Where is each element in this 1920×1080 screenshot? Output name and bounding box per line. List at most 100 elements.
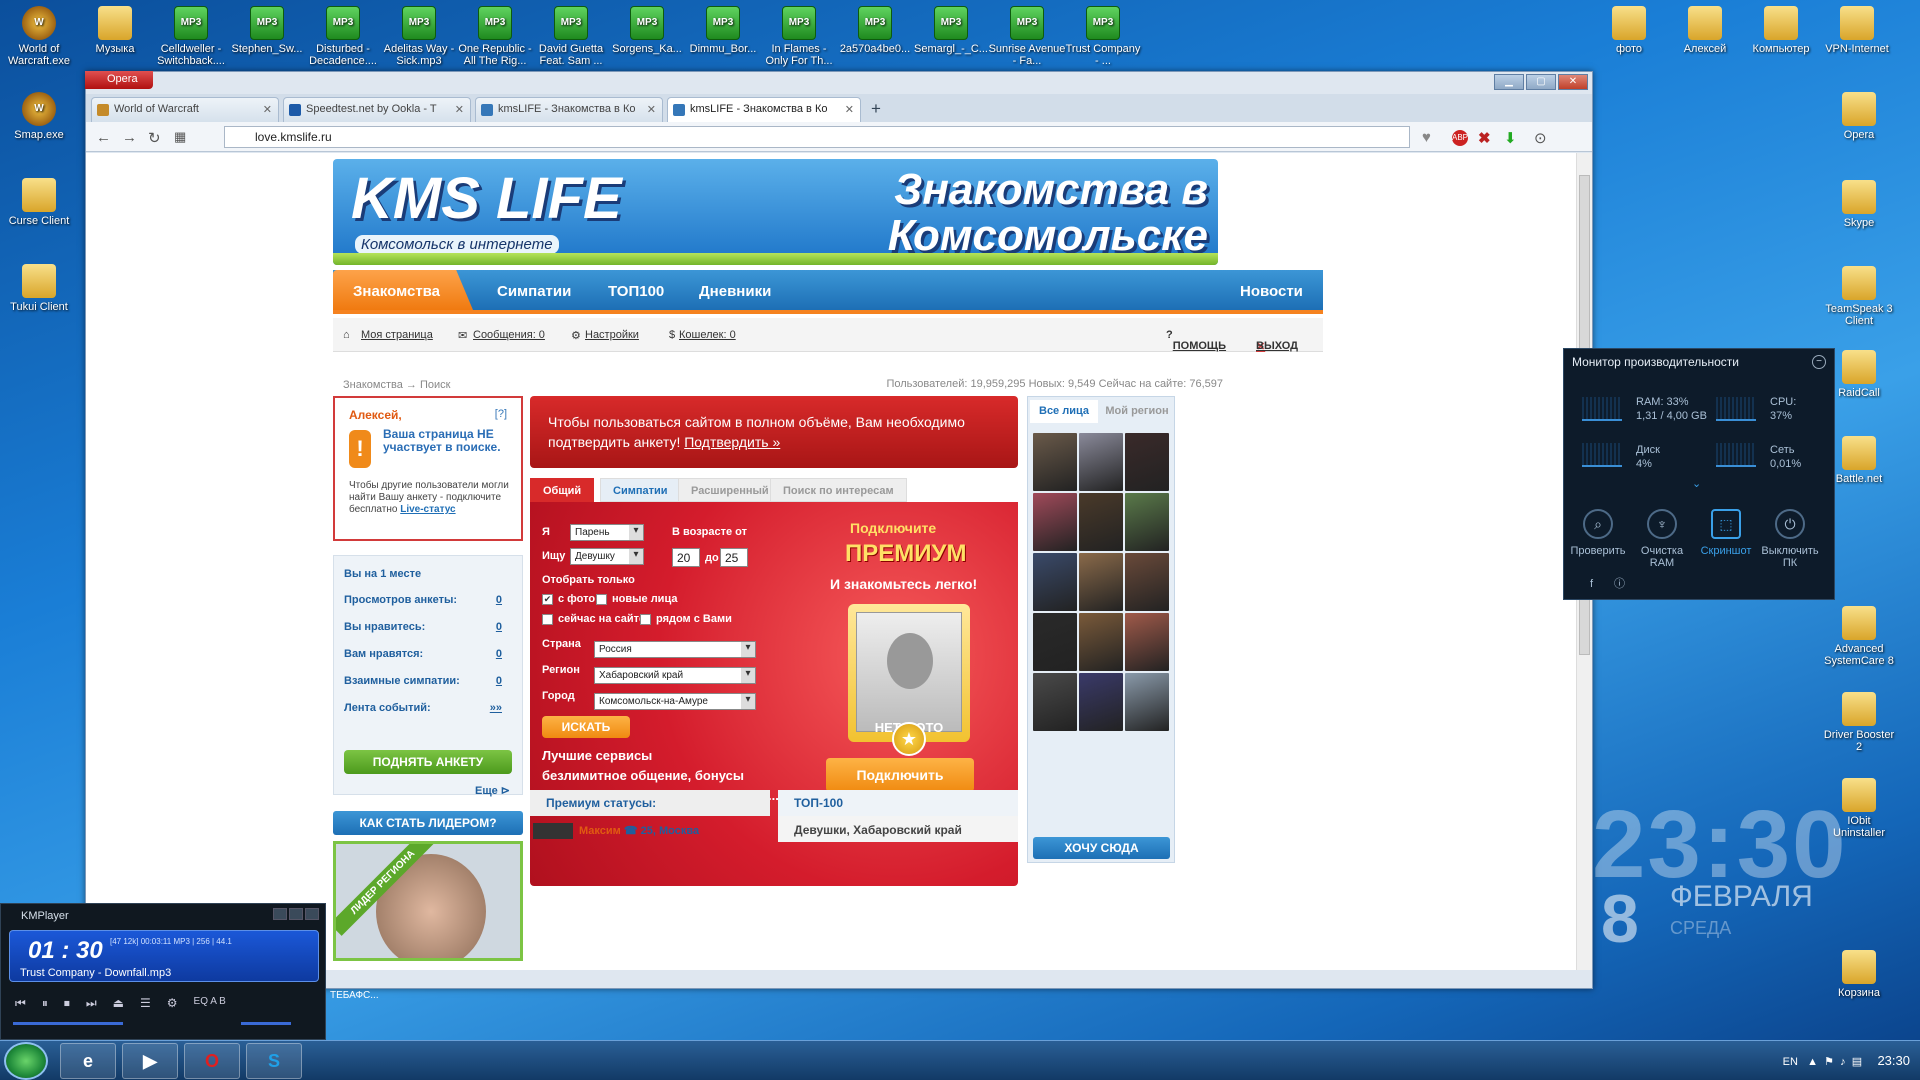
seek-bar[interactable]: [13, 1022, 123, 1025]
desktop-icon-8[interactable]: MP3 Sorgens_Ka...: [608, 6, 686, 55]
settings-link[interactable]: Настройки: [585, 329, 639, 341]
adblock-icon[interactable]: ABP: [1452, 130, 1468, 146]
close-tab-icon[interactable]: ✕: [647, 103, 656, 116]
help-icon[interactable]: [?]: [495, 408, 507, 420]
opera-menu-button[interactable]: Opera: [85, 71, 153, 89]
face-thumbnail[interactable]: [1079, 613, 1123, 671]
online-checkbox[interactable]: [542, 614, 553, 625]
face-thumbnail[interactable]: [1033, 493, 1077, 551]
close-tab-icon[interactable]: ✕: [455, 103, 464, 116]
likes-row[interactable]: Вам нравятся: 0: [344, 648, 514, 660]
close-tab-icon[interactable]: ✕: [845, 103, 854, 116]
sync-icon[interactable]: ⊙: [1534, 129, 1547, 147]
close-button[interactable]: ✕: [1558, 74, 1588, 90]
desktop-icon-righttop-2[interactable]: Компьютер: [1742, 6, 1820, 55]
desktop-icon-righttop-1[interactable]: Алексей: [1666, 6, 1744, 55]
desktop-icon-2[interactable]: MP3 Celldweller - Switchback....: [152, 6, 230, 67]
tab-extended[interactable]: Расширенный: [678, 478, 782, 502]
seek-select[interactable]: Девушку: [570, 548, 644, 565]
face-thumbnail[interactable]: [1033, 613, 1077, 671]
site-banner[interactable]: KMS LIFE Комсомольск в интернете Знакомс…: [333, 159, 1218, 265]
tab-kmslife-2[interactable]: kmsLIFE - Знакомства в Ко ✕: [667, 97, 861, 122]
desktop-icon-righttop-0[interactable]: фото: [1590, 6, 1668, 55]
menu-item-dating[interactable]: Знакомства: [353, 283, 440, 300]
kmp-close-button[interactable]: [305, 908, 319, 920]
live-status-link[interactable]: Live-статус: [400, 504, 455, 515]
desktop-icon-9[interactable]: MP3 Dimmu_Bor...: [684, 6, 762, 55]
prev-icon[interactable]: ⏮: [15, 996, 26, 1011]
face-thumbnail[interactable]: [1033, 433, 1077, 491]
face-thumbnail[interactable]: [1125, 493, 1169, 551]
want-here-button[interactable]: ХОЧУ СЮДА: [1033, 837, 1170, 859]
desktop-icon-right-1[interactable]: Skype: [1820, 180, 1898, 229]
photo-checkbox[interactable]: ✔: [542, 594, 553, 605]
volume-icon[interactable]: ♪: [1840, 1056, 1846, 1068]
tab-sympathy[interactable]: Симпатии: [600, 478, 681, 502]
gender-select[interactable]: Парень: [570, 524, 644, 541]
tray-up-icon[interactable]: ▲: [1807, 1056, 1818, 1068]
forward-icon[interactable]: →: [122, 129, 137, 146]
playlist-icon[interactable]: ☰: [140, 996, 151, 1011]
face-thumbnail[interactable]: [1033, 673, 1077, 731]
feed-row[interactable]: Лента событий:»»: [344, 702, 514, 714]
desktop-icon-13[interactable]: MP3 Sunrise Avenue - Fa...: [988, 6, 1066, 67]
eject-icon[interactable]: ⏏: [113, 996, 124, 1011]
raise-profile-button[interactable]: ПОДНЯТЬ АНКЕТУ: [344, 750, 512, 774]
tab-wow[interactable]: World of Warcraft ✕: [91, 97, 279, 122]
age-to-input[interactable]: 25: [720, 548, 748, 567]
taskbar-kmplayer-icon[interactable]: ▶: [122, 1043, 178, 1079]
taskbar-ie-icon[interactable]: e: [60, 1043, 116, 1079]
city-select[interactable]: Комсомольск-на-Амуре: [594, 693, 756, 710]
maximize-button[interactable]: ▢: [1526, 74, 1556, 90]
age-from-input[interactable]: 20: [672, 548, 700, 567]
menu-item-diaries[interactable]: Дневники: [699, 283, 771, 300]
become-leader-button[interactable]: КАК СТАТЬ ЛИДЕРОМ?: [333, 811, 523, 835]
stop-icon[interactable]: ⏹: [64, 996, 70, 1011]
desktop-icon-1[interactable]: Музыка: [76, 6, 154, 55]
clean-ram-button[interactable]: ♆ Очистка RAM: [1632, 509, 1692, 569]
desktop-icon-right-6[interactable]: Driver Booster 2: [1820, 692, 1898, 753]
face-thumbnail[interactable]: [1079, 673, 1123, 731]
close-tab-icon[interactable]: ✕: [263, 103, 272, 116]
face-thumbnail[interactable]: [1125, 673, 1169, 731]
face-thumbnail[interactable]: [1033, 553, 1077, 611]
flag-icon[interactable]: ⚑: [1824, 1056, 1834, 1068]
reload-icon[interactable]: ↻: [148, 129, 161, 147]
kmp-max-button[interactable]: [289, 908, 303, 920]
desktop-icon-4[interactable]: MP3 Disturbed - Decadence....: [304, 6, 382, 67]
kmp-min-button[interactable]: [273, 908, 287, 920]
info-icon[interactable]: ⓘ: [1614, 577, 1625, 591]
help-link[interactable]: ? ПОМОЩЬ: [1166, 329, 1226, 352]
desktop-icon-left-2[interactable]: Tukui Client: [0, 264, 78, 313]
more-link[interactable]: Еще ⊳: [475, 784, 510, 797]
menu-item-likes[interactable]: Симпатии: [497, 283, 571, 300]
address-bar[interactable]: love.kmslife.ru: [224, 126, 1410, 148]
desktop-icon-3[interactable]: MP3 Stephen_Sw...: [228, 6, 306, 55]
nearby-checkbox[interactable]: [640, 614, 651, 625]
face-thumbnail[interactable]: [1125, 433, 1169, 491]
menu-item-top100[interactable]: ТОП100: [608, 283, 664, 300]
tab-interests[interactable]: Поиск по интересам: [770, 478, 907, 502]
region-leader-photo[interactable]: ЛИДЕР РЕГИОНА: [333, 841, 523, 961]
network-icon[interactable]: ▤: [1852, 1056, 1862, 1068]
taskbar-skype-icon[interactable]: S: [246, 1043, 302, 1079]
desktop-icon-11[interactable]: MP3 2a570a4be0...: [836, 6, 914, 55]
desktop-icon-left-0[interactable]: W Smap.exe: [0, 92, 78, 141]
top100-header[interactable]: ТОП-100: [778, 790, 1018, 816]
pause-icon[interactable]: ⏸: [42, 996, 48, 1011]
desktop-icon-right-8[interactable]: Корзина: [1820, 950, 1898, 999]
extension-x-icon[interactable]: ✖: [1478, 129, 1491, 147]
tab-all-faces[interactable]: Все лица: [1030, 400, 1098, 423]
expand-chevron-icon[interactable]: ⌄: [1692, 477, 1701, 491]
speed-dial-icon[interactable]: ▦: [174, 129, 186, 145]
country-select[interactable]: Россия: [594, 641, 756, 658]
desktop-icon-7[interactable]: MP3 David Guetta Feat. Sam ...: [532, 6, 610, 67]
desktop-icon-14[interactable]: MP3 Trust Company - ...: [1064, 6, 1142, 67]
mutual-row[interactable]: Взаимные симпатии: 0: [344, 675, 514, 687]
my-page-link[interactable]: Моя страница: [361, 329, 433, 341]
taskbar-opera-icon[interactable]: O: [184, 1043, 240, 1079]
shutdown-button[interactable]: ⏻ Выключить ПК: [1760, 509, 1820, 569]
search-button[interactable]: ИСКАТЬ: [542, 716, 630, 738]
new-faces-checkbox[interactable]: [596, 594, 607, 605]
menu-item-news[interactable]: Новости: [1240, 283, 1303, 300]
